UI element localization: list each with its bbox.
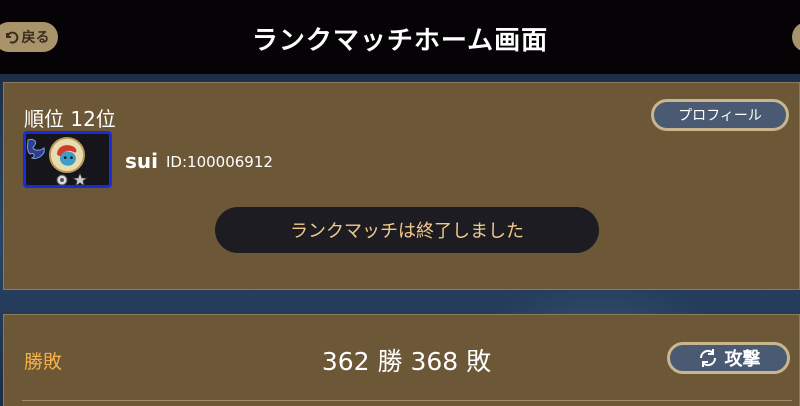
attack-button[interactable]: 攻撃 bbox=[667, 342, 790, 374]
player-id: ID:100006912 bbox=[166, 153, 273, 171]
page-title: ランクマッチホーム画面 bbox=[251, 26, 549, 56]
refresh-icon bbox=[699, 349, 716, 367]
player-card: 順位 12位 プロフィール sui ID:100006912 ランクマッチは終了… bbox=[3, 82, 800, 290]
rank-label: 順位 12位 bbox=[24, 107, 116, 131]
avatar-portrait bbox=[49, 137, 85, 173]
star-badge-icon bbox=[72, 172, 88, 187]
header-bar: 戻る ランクマッチホーム画面 bbox=[0, 0, 800, 74]
profile-button[interactable]: プロフィール bbox=[651, 99, 789, 131]
divider bbox=[22, 400, 792, 401]
username: sui bbox=[125, 149, 158, 173]
gear-badge-icon bbox=[56, 174, 68, 186]
attack-button-label: 攻撃 bbox=[724, 349, 761, 370]
record-card: 勝敗 362 勝 368 敗 攻撃 bbox=[3, 314, 800, 406]
dragon-icon bbox=[27, 139, 45, 159]
avatar[interactable] bbox=[23, 131, 112, 188]
status-message: ランクマッチは終了しました bbox=[215, 207, 599, 253]
character-face-icon bbox=[52, 140, 82, 170]
